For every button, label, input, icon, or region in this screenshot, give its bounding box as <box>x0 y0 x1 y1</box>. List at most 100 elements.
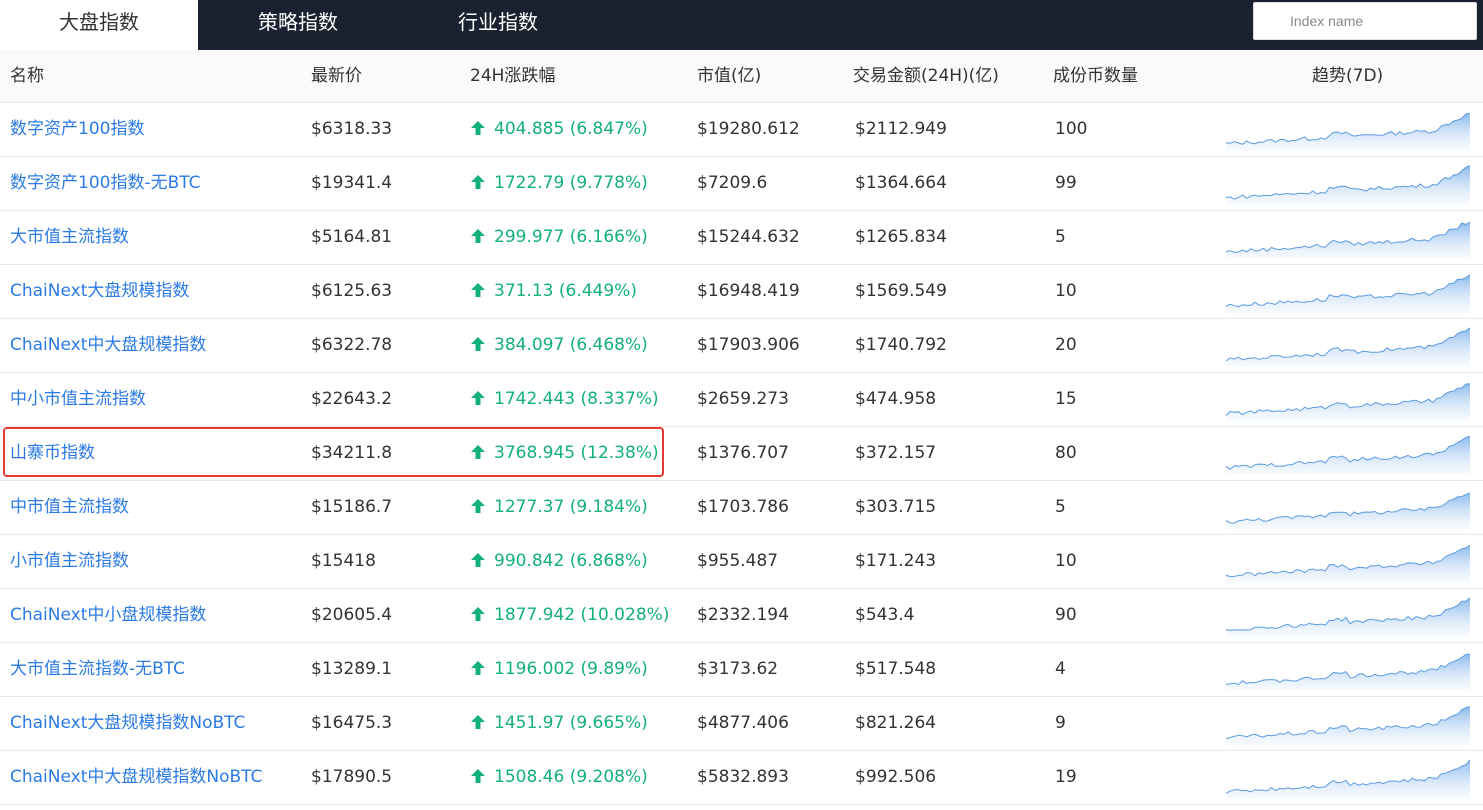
constituent-count: 90 <box>1055 605 1077 625</box>
index-name-link[interactable]: ChaiNext中大盘规模指数 <box>10 319 206 372</box>
change-24h: 1277.37 (9.184%) <box>470 481 648 534</box>
column-header-name: 名称 <box>10 66 44 86</box>
index-name-link[interactable]: 小市值主流指数 <box>10 535 129 588</box>
trend-sparkline <box>1226 759 1470 799</box>
market-cap: $1703.786 <box>697 497 789 517</box>
sparkline-area <box>1226 654 1470 691</box>
index-name-link[interactable]: ChaiNext中小盘规模指数 <box>10 589 206 642</box>
constituent-count: 19 <box>1055 767 1077 787</box>
tab-broad-market-index[interactable]: 大盘指数 <box>0 0 198 50</box>
up-arrow-icon <box>471 337 485 351</box>
constituent-count: 10 <box>1055 551 1077 571</box>
up-arrow-icon <box>471 661 485 675</box>
index-name-link[interactable]: 中市值主流指数 <box>10 481 129 534</box>
constituent-count: 80 <box>1055 443 1077 463</box>
latest-price: $20605.4 <box>311 605 393 625</box>
sparkline-area <box>1226 327 1470 367</box>
table-row[interactable]: 数字资产100指数-无BTC $19341.4 1722.79 (9.778%) $7… <box>0 157 1483 211</box>
trade-volume-24h: $543.4 <box>855 605 915 625</box>
sparkline-area <box>1226 759 1470 799</box>
table-row[interactable]: 数字资产100指数 $6318.33 404.885 (6.847%) $19280.… <box>0 103 1483 157</box>
table-row[interactable]: 小市值主流指数 $15418 990.842 (6.868%) $955.487 $17… <box>0 535 1483 589</box>
index-name-link[interactable]: 山寨币指数 <box>10 427 95 480</box>
change-24h-value: 3768.945 (12.38%) <box>494 443 659 463</box>
change-24h-value: 299.977 (6.166%) <box>494 227 648 247</box>
table-row[interactable]: 大市值主流指数-无BTC $13289.1 1196.002 (9.89%) $317… <box>0 643 1483 697</box>
latest-price: $16475.3 <box>311 713 393 733</box>
market-cap: $2659.273 <box>697 389 789 409</box>
trade-volume-24h: $1569.549 <box>855 281 947 301</box>
constituent-count: 4 <box>1055 659 1066 679</box>
column-header-change: 24H涨跌幅 <box>470 66 556 86</box>
change-24h-value: 1742.443 (8.337%) <box>494 389 659 409</box>
change-24h-value: 371.13 (6.449%) <box>494 281 637 301</box>
tab-strategy-index[interactable]: 策略指数 <box>198 0 398 50</box>
change-24h-value: 1877.942 (10.028%) <box>494 605 670 625</box>
trade-volume-24h: $1265.834 <box>855 227 947 247</box>
up-arrow-icon <box>471 445 485 459</box>
latest-price: $6125.63 <box>311 281 393 301</box>
latest-price: $22643.2 <box>311 389 393 409</box>
change-24h-value: 1451.97 (9.665%) <box>494 713 648 733</box>
index-name-link[interactable]: 数字资产100指数 <box>10 103 144 156</box>
index-name-link[interactable]: 数字资产100指数-无BTC <box>10 157 201 210</box>
up-arrow-icon <box>471 769 485 783</box>
index-name-link[interactable]: ChaiNext中大盘规模指数NoBTC <box>10 751 262 804</box>
up-arrow-icon <box>471 391 485 405</box>
sparkline-area <box>1226 436 1470 475</box>
latest-price: $13289.1 <box>311 659 393 679</box>
change-24h: 1742.443 (8.337%) <box>470 373 659 426</box>
index-table: 名称 最新价 24H涨跌幅 市值(亿) 交易金额(24H)(亿) 成份币数量 趋… <box>0 50 1483 805</box>
trend-sparkline <box>1226 597 1470 637</box>
index-name-link[interactable]: 大市值主流指数-无BTC <box>10 643 185 696</box>
up-arrow-icon <box>471 553 485 567</box>
column-header-volume: 交易金额(24H)(亿) <box>853 66 999 86</box>
column-header-trend: 趋势(7D) <box>1312 66 1384 86</box>
table-row[interactable]: 山寨币指数 $34211.8 3768.945 (12.38%) $1376.707 $… <box>0 427 1483 481</box>
index-name-link[interactable]: 中小市值主流指数 <box>10 373 146 426</box>
table-row[interactable]: ChaiNext大盘规模指数 $6125.63 371.13 (6.449%) $16… <box>0 265 1483 319</box>
up-arrow-icon <box>471 283 485 297</box>
table-row[interactable]: ChaiNext中大盘规模指数 $6322.78 384.097 (6.468%) $… <box>0 319 1483 373</box>
change-24h-value: 404.885 (6.847%) <box>494 119 648 139</box>
table-row[interactable]: ChaiNext大盘规模指数NoBTC $16475.3 1451.97 (9.66… <box>0 697 1483 751</box>
index-name-link[interactable]: ChaiNext大盘规模指数 <box>10 265 189 318</box>
up-arrow-icon <box>471 607 485 621</box>
change-24h: 404.885 (6.847%) <box>470 103 648 156</box>
change-24h: 1508.46 (9.208%) <box>470 751 648 804</box>
tab-industry-index[interactable]: 行业指数 <box>398 0 598 50</box>
trend-sparkline <box>1226 706 1470 745</box>
constituent-count: 99 <box>1055 173 1077 193</box>
sparkline-area <box>1226 597 1470 637</box>
up-arrow-icon <box>471 715 485 729</box>
constituent-count: 100 <box>1055 119 1088 139</box>
latest-price: $19341.4 <box>311 173 393 193</box>
constituent-count: 9 <box>1055 713 1066 733</box>
trade-volume-24h: $992.506 <box>855 767 937 787</box>
change-24h-value: 990.842 (6.868%) <box>494 551 648 571</box>
trade-volume-24h: $2112.949 <box>855 119 947 139</box>
table-row[interactable]: 大市值主流指数 $5164.81 299.977 (6.166%) $15244.63… <box>0 211 1483 265</box>
trend-sparkline <box>1226 435 1470 475</box>
up-arrow-icon <box>471 175 485 189</box>
table-row[interactable]: 中市值主流指数 $15186.7 1277.37 (9.184%) $1703.786… <box>0 481 1483 535</box>
trend-sparkline <box>1226 274 1470 313</box>
trade-volume-24h: $517.548 <box>855 659 937 679</box>
index-name-link[interactable]: 大市值主流指数 <box>10 211 129 264</box>
change-24h: 299.977 (6.166%) <box>470 211 648 264</box>
sparkline-area <box>1226 165 1470 205</box>
index-category-tabbar: 大盘指数 策略指数 行业指数 <box>0 0 1483 50</box>
trend-sparkline <box>1226 383 1470 421</box>
change-24h-value: 1722.79 (9.778%) <box>494 173 648 193</box>
trend-sparkline <box>1226 221 1470 259</box>
sparkline-area <box>1226 492 1470 529</box>
table-row[interactable]: ChaiNext中小盘规模指数 $20605.4 1877.942 (10.028%… <box>0 589 1483 643</box>
market-cap: $16948.419 <box>697 281 800 301</box>
sparkline-area <box>1226 274 1470 313</box>
index-search-input[interactable] <box>1253 2 1477 40</box>
constituent-count: 5 <box>1055 497 1066 517</box>
constituent-count: 10 <box>1055 281 1077 301</box>
table-row[interactable]: ChaiNext中大盘规模指数NoBTC $17890.5 1508.46 (9.2… <box>0 751 1483 805</box>
index-name-link[interactable]: ChaiNext大盘规模指数NoBTC <box>10 697 245 750</box>
table-row[interactable]: 中小市值主流指数 $22643.2 1742.443 (8.337%) $2659.2… <box>0 373 1483 427</box>
